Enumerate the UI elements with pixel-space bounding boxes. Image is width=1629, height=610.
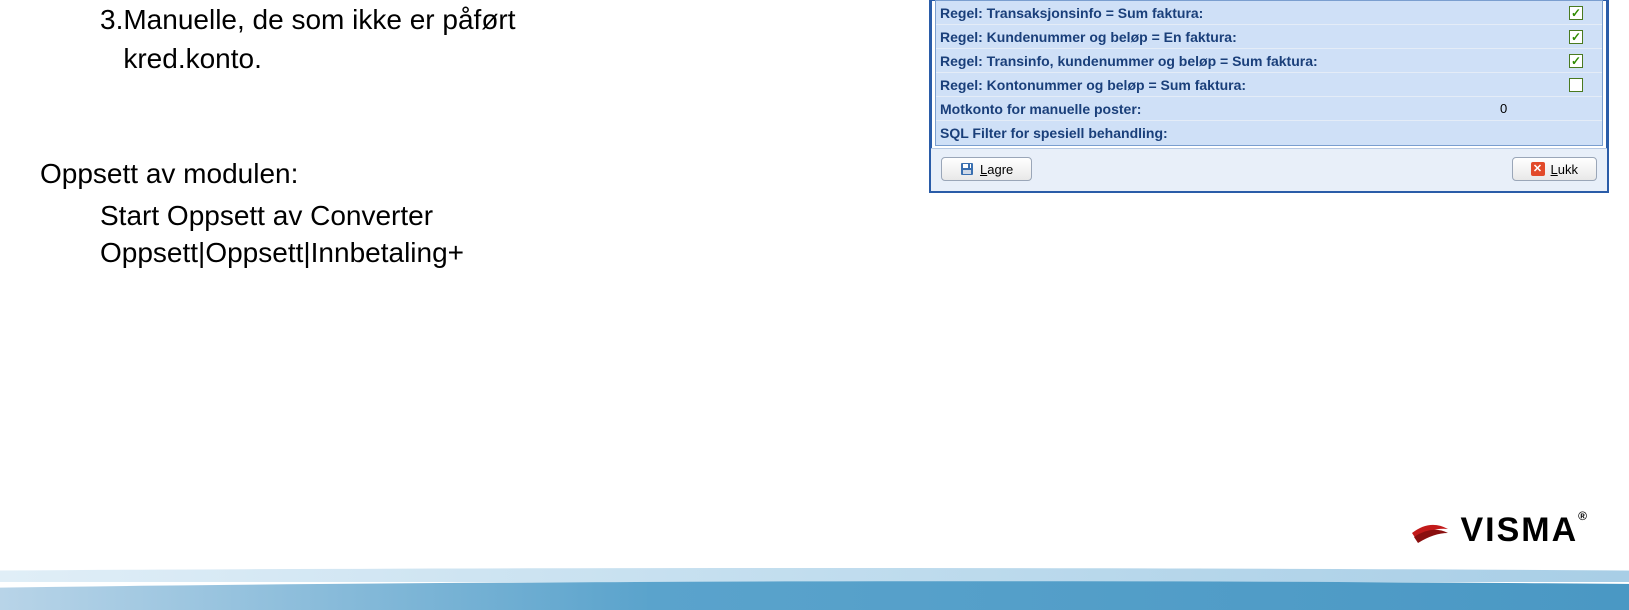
- checkbox-icon[interactable]: ✓: [1569, 30, 1583, 44]
- slide-text-block: 3. Manuelle, de som ikke er påført kred.…: [40, 0, 630, 271]
- rule-kontonummer-row[interactable]: Regel: Kontonummer og beløp = Sum faktur…: [936, 73, 1602, 97]
- rule-kundenummer-row[interactable]: Regel: Kundenummer og beløp = En faktura…: [936, 25, 1602, 49]
- sql-filter-row[interactable]: SQL Filter for spesiell behandling:: [936, 121, 1602, 145]
- row-label: Regel: Transinfo, kundenummer og beløp =…: [940, 53, 1496, 69]
- close-icon: ✕: [1531, 162, 1545, 176]
- visma-swoosh-icon: [1410, 517, 1450, 545]
- footer-wave-decoration: [0, 554, 1629, 582]
- module-setup-instructions: Start Oppsett av Converter Oppsett|Oppse…: [40, 198, 630, 271]
- module-setup-heading: Oppsett av modulen:: [40, 158, 630, 190]
- save-icon: [960, 162, 974, 176]
- settings-dialog: Regel: Transaksjonsinfo = Sum faktura: ✓…: [929, 0, 1609, 193]
- row-label: Regel: Transaksjonsinfo = Sum faktura:: [940, 5, 1496, 21]
- row-checkbox-cell: ✓: [1556, 54, 1596, 68]
- rule-transaksjonsinfo-row[interactable]: Regel: Transaksjonsinfo = Sum faktura: ✓: [936, 1, 1602, 25]
- save-button-label: Lagre: [980, 162, 1013, 177]
- settings-grid: Regel: Transaksjonsinfo = Sum faktura: ✓…: [935, 0, 1603, 146]
- row-checkbox-cell: ✓: [1556, 6, 1596, 20]
- dialog-button-bar: Lagre ✕ Lukk: [931, 148, 1607, 191]
- checkbox-icon[interactable]: ✓: [1569, 6, 1583, 20]
- row-checkbox-cell: ✓: [1556, 30, 1596, 44]
- row-value[interactable]: 0: [1496, 101, 1556, 116]
- checkbox-icon[interactable]: ✓: [1569, 78, 1583, 92]
- close-button[interactable]: ✕ Lukk: [1512, 157, 1597, 181]
- checkbox-icon[interactable]: ✓: [1569, 54, 1583, 68]
- visma-logo: VISMA®: [1410, 511, 1589, 550]
- save-button[interactable]: Lagre: [941, 157, 1032, 181]
- close-button-label: Lukk: [1551, 162, 1578, 177]
- list-body: Manuelle, de som ikke er påført kred.kon…: [123, 0, 630, 78]
- row-label: SQL Filter for spesiell behandling:: [940, 125, 1496, 141]
- motkonto-row[interactable]: Motkonto for manuelle poster: 0: [936, 97, 1602, 121]
- list-item-3: 3. Manuelle, de som ikke er påført kred.…: [40, 0, 630, 78]
- rule-transinfo-kundenummer-row[interactable]: Regel: Transinfo, kundenummer og beløp =…: [936, 49, 1602, 73]
- visma-logo-text: VISMA®: [1460, 511, 1589, 550]
- row-label: Motkonto for manuelle poster:: [940, 101, 1496, 117]
- list-number: 3.: [40, 0, 123, 78]
- row-checkbox-cell: ✓: [1556, 78, 1596, 92]
- row-label: Regel: Kontonummer og beløp = Sum faktur…: [940, 77, 1496, 93]
- row-label: Regel: Kundenummer og beløp = En faktura…: [940, 29, 1496, 45]
